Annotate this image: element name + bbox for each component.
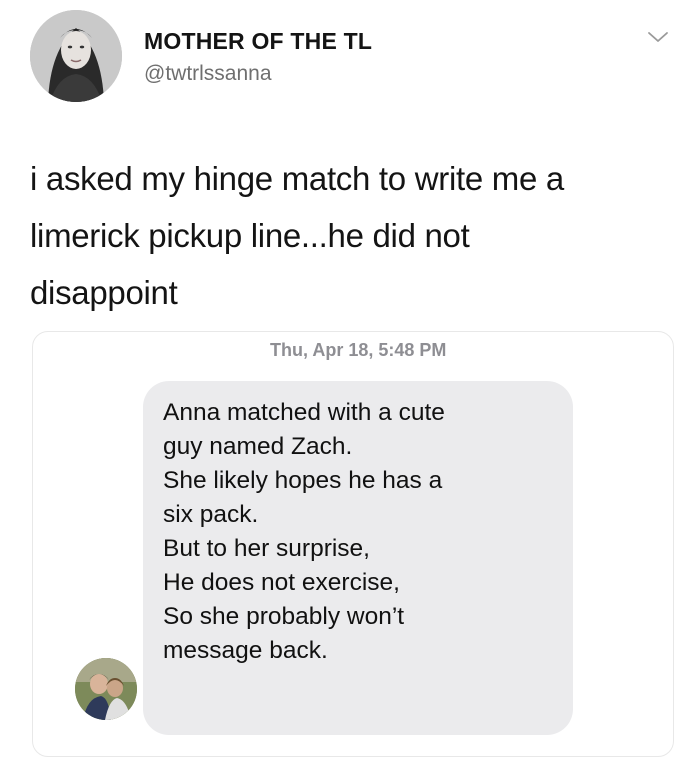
tweet-text: i asked my hinge match to write me a lim… [30,150,680,321]
author-avatar[interactable] [30,10,122,102]
message-line: message back. [163,637,328,664]
tweet-text-line: i asked my hinge match to write me a [30,160,564,197]
message-line: He does not exercise, [163,569,400,596]
message-line: But to her surprise, [163,535,370,562]
sender-photo-avatar [75,658,137,720]
tweet-text-line: disappoint [30,274,178,311]
message-line: Anna matched with a cute [163,399,445,426]
profile-photo-avatar [30,10,122,102]
message-line: guy named Zach. [163,433,353,460]
message-timestamp: Thu, Apr 18, 5:48 PM [270,340,447,360]
tweet-text-line: limerick pickup line...he did not [30,217,470,254]
message-line: She likely hopes he has a [163,467,443,494]
message-text: Anna matched with a cute guy named Zach.… [163,396,563,668]
message-line: six pack. [163,501,259,528]
sender-avatar [75,658,137,720]
chevron-down-icon[interactable] [646,28,670,46]
author-display-name[interactable]: MOTHER OF THE TL [144,28,372,55]
author-handle[interactable]: @twtrlssanna [144,62,272,86]
message-line: So she probably won’t [163,603,405,630]
